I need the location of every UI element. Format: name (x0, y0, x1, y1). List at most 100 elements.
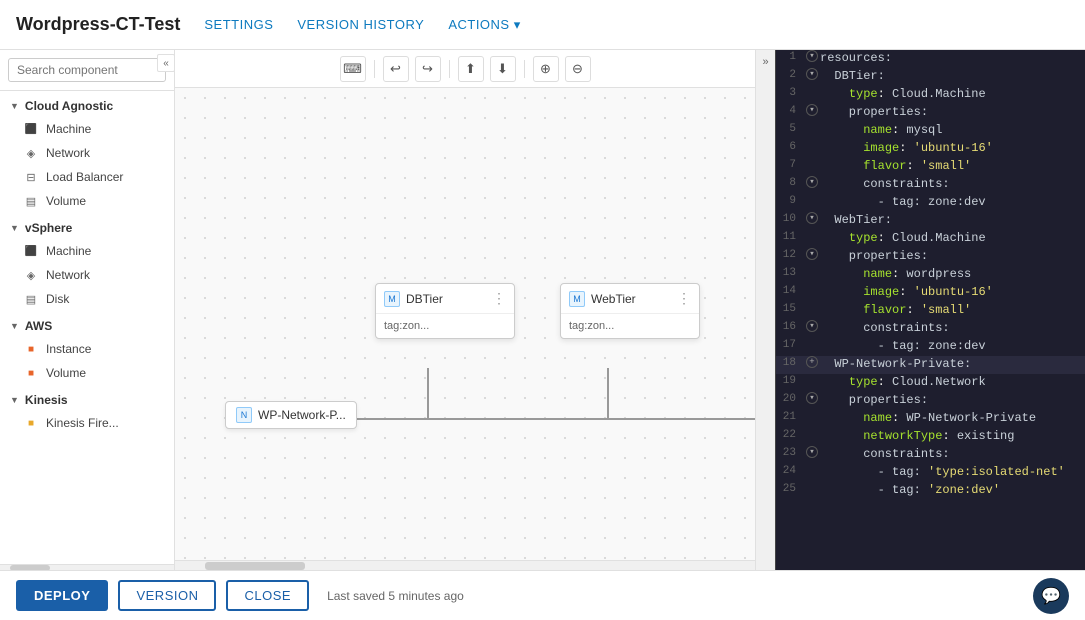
category-kinesis[interactable]: ▼ Kinesis (0, 385, 174, 411)
chevron-icon: ▼ (10, 395, 19, 405)
sidebar-hscroll[interactable] (0, 564, 174, 570)
line-gutter[interactable]: ▾ (804, 320, 820, 332)
line-number: 6 (776, 140, 804, 153)
chevron-icon: ▼ (10, 101, 19, 111)
code-line: 7 flavor: 'small' (776, 158, 1085, 176)
webtier-node[interactable]: M WebTier ⋮ tag:zon... (560, 283, 700, 339)
line-content: flavor: 'small' (820, 302, 1085, 317)
sidebar-item-volume-cloud[interactable]: Volume (0, 189, 174, 213)
line-number: 23 (776, 446, 804, 459)
sidebar-item-machine-vsphere[interactable]: Machine (0, 239, 174, 263)
line-content: constraints: (820, 446, 1085, 461)
sidebar-item-network-vsphere[interactable]: Network (0, 263, 174, 287)
node-menu-button[interactable]: ⋮ (677, 290, 691, 307)
code-line: 14 image: 'ubuntu-16' (776, 284, 1085, 302)
sidebar-item-instance[interactable]: Instance (0, 337, 174, 361)
line-gutter[interactable]: ▾ (804, 176, 820, 188)
nav-version-history[interactable]: VERSION HISTORY (297, 17, 424, 33)
expand-dot: ▾ (806, 212, 818, 224)
line-gutter[interactable]: ▾ (804, 248, 820, 260)
redo-button[interactable]: ↪ (415, 56, 441, 82)
line-gutter[interactable]: ▾ (804, 392, 820, 404)
code-line: 22 networkType: existing (776, 428, 1085, 446)
category-aws[interactable]: ▼ AWS (0, 311, 174, 337)
code-line: 11 type: Cloud.Machine (776, 230, 1085, 248)
nav-settings[interactable]: SETTINGS (204, 17, 273, 33)
close-button[interactable]: CLOSE (226, 580, 309, 611)
line-gutter[interactable]: ▾ (804, 212, 820, 224)
category-vsphere[interactable]: ▼ vSphere (0, 213, 174, 239)
code-line: 5 name: mysql (776, 122, 1085, 140)
sidebar-item-kinesis-fire[interactable]: Kinesis Fire... (0, 411, 174, 435)
line-gutter[interactable]: ▾ (804, 50, 820, 62)
footer-status: Last saved 5 minutes ago (327, 589, 464, 603)
deploy-button[interactable]: DEPLOY (16, 580, 108, 611)
expand-dot: ▾ (806, 50, 818, 62)
machine-icon (24, 122, 38, 136)
chat-button[interactable]: 💬 (1033, 578, 1069, 614)
line-number: 20 (776, 392, 804, 405)
upload-button[interactable]: ⬆ (458, 56, 484, 82)
line-content: WP-Network-Private: (820, 356, 1085, 371)
line-content: constraints: (820, 176, 1085, 191)
sidebar-item-machine-cloud[interactable]: Machine (0, 117, 174, 141)
line-gutter[interactable]: ▾ (804, 446, 820, 458)
line-number: 1 (776, 50, 804, 63)
category-cloud-agnostic[interactable]: ▼ Cloud Agnostic (0, 91, 174, 117)
sidebar-item-volume-aws[interactable]: Volume (0, 361, 174, 385)
line-content: DBTier: (820, 68, 1085, 83)
line-number: 11 (776, 230, 804, 243)
wp-network-node[interactable]: N WP-Network-P... (225, 401, 357, 429)
sidebar-item-label: Load Balancer (46, 170, 123, 184)
page-title: Wordpress-CT-Test (16, 14, 180, 35)
node-type-icon: M (569, 291, 585, 307)
line-content: properties: (820, 248, 1085, 263)
code-line: 4▾ properties: (776, 104, 1085, 122)
search-input[interactable] (8, 58, 166, 82)
dbtier-node[interactable]: M DBTier ⋮ tag:zon... (375, 283, 515, 339)
line-number: 12 (776, 248, 804, 261)
code-line: 9 - tag: zone:dev (776, 194, 1085, 212)
design-canvas[interactable]: M DBTier ⋮ tag:zon... M WebTier ⋮ (175, 88, 755, 560)
line-content: - tag: zone:dev (820, 338, 1085, 353)
line-number: 5 (776, 122, 804, 135)
expand-dot: ▾ (806, 446, 818, 458)
toolbar-separator (374, 60, 375, 78)
zoom-in-button[interactable]: ⊕ (533, 56, 559, 82)
line-number: 14 (776, 284, 804, 297)
undo-button[interactable]: ↩ (383, 56, 409, 82)
line-content: name: mysql (820, 122, 1085, 137)
sidebar-item-label: Disk (46, 292, 69, 306)
canvas-toolbar: ⌨ ↩ ↪ ⬆ ⬇ ⊕ ⊖ (175, 50, 755, 88)
sidebar-item-lb[interactable]: Load Balancer (0, 165, 174, 189)
sidebar-collapse-button[interactable]: « (157, 54, 175, 72)
zoom-out-button[interactable]: ⊖ (565, 56, 591, 82)
sidebar-item-network-cloud[interactable]: Network (0, 141, 174, 165)
canvas-container: ⌨ ↩ ↪ ⬆ ⬇ ⊕ ⊖ M DBTier (175, 50, 755, 570)
sidebar-hscroll-thumb (10, 565, 50, 570)
expand-dot: ▾ (806, 176, 818, 188)
line-content: - tag: 'zone:dev' (820, 482, 1085, 497)
chevron-icon: ▼ (10, 223, 19, 233)
volume-icon (24, 194, 38, 208)
line-content: WebTier: (820, 212, 1085, 227)
line-number: 9 (776, 194, 804, 207)
line-number: 18 (776, 356, 804, 369)
code-line: 10▾ WebTier: (776, 212, 1085, 230)
right-panel-toggle[interactable]: » (755, 50, 775, 570)
category-label: vSphere (25, 221, 72, 235)
line-content: networkType: existing (820, 428, 1085, 443)
line-number: 15 (776, 302, 804, 315)
node-menu-button[interactable]: ⋮ (492, 290, 506, 307)
canvas-hscrollbar[interactable] (175, 560, 755, 570)
line-content: image: 'ubuntu-16' (820, 284, 1085, 299)
line-gutter[interactable]: + (804, 356, 820, 368)
nav-actions[interactable]: ACTIONS ▾ (448, 17, 520, 33)
line-gutter[interactable]: ▾ (804, 104, 820, 116)
download-button[interactable]: ⬇ (490, 56, 516, 82)
sidebar-item-disk[interactable]: Disk (0, 287, 174, 311)
line-gutter[interactable]: ▾ (804, 68, 820, 80)
header-nav: SETTINGS VERSION HISTORY ACTIONS ▾ (204, 17, 520, 33)
keyboard-button[interactable]: ⌨ (340, 56, 366, 82)
version-button[interactable]: VERSION (118, 580, 216, 611)
